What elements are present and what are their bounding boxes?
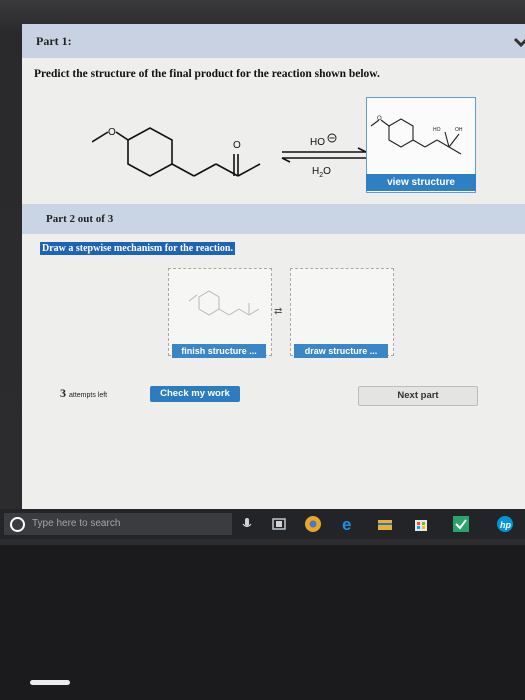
product-structure: O HO OH bbox=[370, 116, 463, 155]
chevron-down-icon[interactable] bbox=[513, 34, 525, 50]
hp-logo-icon[interactable]: hp bbox=[496, 515, 514, 533]
mechanism-instruction: Draw a stepwise mechanism for the reacti… bbox=[40, 242, 235, 255]
taskbar-search[interactable]: Type here to search bbox=[4, 513, 232, 535]
check-my-work-button[interactable]: Check my work bbox=[150, 386, 240, 402]
methoxy-oxygen: O bbox=[108, 127, 116, 138]
task-view-icon[interactable] bbox=[270, 515, 288, 533]
search-placeholder: Type here to search bbox=[32, 518, 121, 529]
windows-taskbar: Type here to search e hp bbox=[0, 509, 525, 539]
store-icon[interactable] bbox=[412, 515, 430, 533]
view-structure-button[interactable]: view structure bbox=[366, 174, 476, 191]
mechanism-box-1[interactable] bbox=[168, 268, 272, 356]
attempts-label: attempts left bbox=[69, 392, 108, 399]
edge-icon[interactable]: e bbox=[340, 515, 358, 533]
reagent-hydroxide: HO bbox=[310, 137, 325, 148]
part2-header: Part 2 out of 3 bbox=[22, 204, 525, 234]
cortana-icon bbox=[10, 517, 25, 532]
bezel-reflection bbox=[30, 680, 70, 685]
svg-text:OH: OH bbox=[455, 127, 463, 133]
ketone-oxygen: O bbox=[233, 140, 241, 151]
question-page: Part 1: Predict the structure of the fin… bbox=[22, 24, 525, 509]
microphone-icon[interactable] bbox=[238, 515, 256, 533]
laptop-screen: Part 1: Predict the structure of the fin… bbox=[0, 0, 525, 545]
part1-header: Part 1: bbox=[22, 24, 525, 58]
part2-title: Part 2 out of 3 bbox=[46, 213, 114, 225]
reagent-water: H2O bbox=[312, 166, 331, 179]
checkmark-app-icon[interactable] bbox=[452, 515, 470, 533]
attempts-count: 3 bbox=[60, 386, 66, 400]
reaction-scheme: O O HO H2O bbox=[92, 127, 367, 179]
svg-text:e: e bbox=[342, 515, 351, 533]
svg-text:O: O bbox=[377, 116, 382, 122]
draw-structure-button[interactable]: draw structure ... bbox=[294, 344, 388, 358]
attempts-remaining: 3 attempts left bbox=[60, 386, 107, 401]
file-explorer-icon[interactable] bbox=[376, 515, 394, 533]
mechanism-structure-1 bbox=[188, 290, 260, 316]
chrome-icon[interactable] bbox=[304, 515, 322, 533]
next-part-button[interactable]: Next part bbox=[358, 386, 478, 406]
question-text: Predict the structure of the final produ… bbox=[34, 68, 380, 80]
svg-text:HO: HO bbox=[433, 127, 441, 133]
finish-structure-button[interactable]: finish structure ... bbox=[172, 344, 266, 358]
svg-text:hp: hp bbox=[500, 520, 511, 530]
equilibrium-arrow-icon: ⇄ bbox=[274, 306, 283, 317]
mechanism-box-2[interactable] bbox=[290, 268, 394, 356]
part1-title: Part 1: bbox=[36, 34, 72, 48]
